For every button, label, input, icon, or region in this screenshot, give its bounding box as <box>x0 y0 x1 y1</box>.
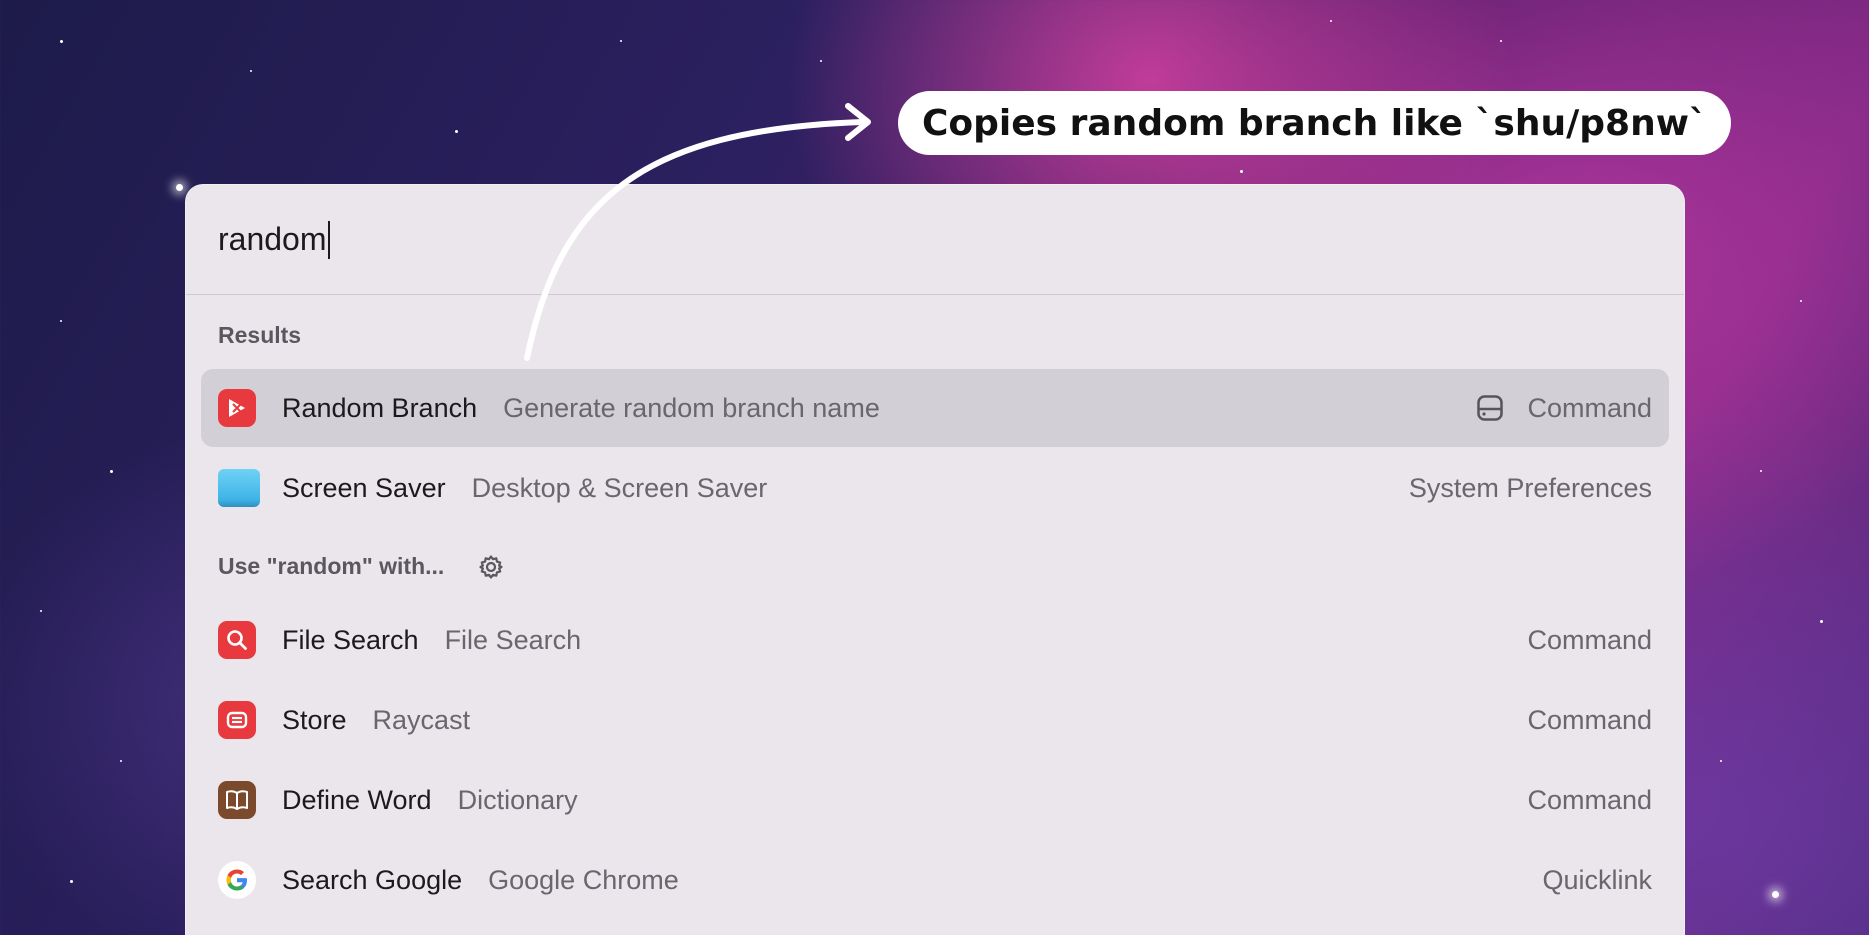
result-accessory: System Preferences <box>1409 473 1652 504</box>
store-icon <box>218 701 256 739</box>
section-title: Use "random" with... <box>218 553 445 579</box>
star <box>110 470 113 473</box>
star <box>40 610 42 612</box>
star <box>820 60 822 62</box>
fallback-subtitle: Google Chrome <box>488 864 679 895</box>
fallback-row-search-google[interactable]: Search Google Google Chrome Quicklink <box>201 841 1669 919</box>
section-header-results: Results <box>218 322 301 349</box>
star <box>120 760 122 762</box>
result-subtitle: Desktop & Screen Saver <box>471 472 768 503</box>
google-icon <box>218 861 256 899</box>
gear-icon[interactable] <box>478 554 504 580</box>
result-title: Screen Saver <box>282 472 446 503</box>
fallback-accessory: Command <box>1527 625 1652 656</box>
star <box>1720 760 1722 762</box>
callout-text: Copies random branch like `shu/p8nw` <box>922 102 1707 144</box>
result-subtitle: Generate random branch name <box>503 392 880 423</box>
random-branch-icon <box>218 389 256 427</box>
fallback-row-define-word[interactable]: Define Word Dictionary Command <box>201 761 1669 839</box>
star <box>1330 20 1332 22</box>
fallback-subtitle: Raycast <box>372 704 471 735</box>
star <box>60 320 62 322</box>
result-row-random-branch[interactable]: Random Branch Generate random branch nam… <box>201 369 1669 447</box>
star <box>1240 170 1243 173</box>
result-title: Random Branch <box>282 392 478 423</box>
search-query: random <box>218 221 327 257</box>
star <box>1500 40 1502 42</box>
star <box>70 880 73 883</box>
fallback-title: File Search <box>282 624 419 655</box>
dictionary-icon <box>218 781 256 819</box>
fallback-accessory: Command <box>1527 785 1652 816</box>
fallback-accessory: Command <box>1527 705 1652 736</box>
text-caret <box>327 220 330 259</box>
result-row-screen-saver[interactable]: Screen Saver Desktop & Screen Saver Syst… <box>201 449 1669 527</box>
fallback-subtitle: Dictionary <box>457 784 578 815</box>
launcher-window: random Results Random Branch Generate ra… <box>185 184 1685 935</box>
fallback-type: Command <box>1527 624 1652 655</box>
fallback-title: Define Word <box>282 784 432 815</box>
star <box>250 70 252 72</box>
search-input[interactable]: random <box>218 220 330 259</box>
fallback-accessory: Quicklink <box>1542 865 1652 896</box>
fallback-row-store[interactable]: Store Raycast Command <box>201 681 1669 759</box>
search-bar: random <box>186 185 1684 295</box>
star <box>176 184 183 191</box>
fallback-type: Command <box>1527 784 1652 815</box>
star <box>1820 620 1823 623</box>
fallback-title: Store <box>282 704 347 735</box>
result-type: Command <box>1527 392 1652 423</box>
fallback-subtitle: File Search <box>444 624 582 655</box>
hard-drive-icon <box>1475 393 1505 423</box>
star <box>1800 300 1802 302</box>
star <box>1772 891 1779 898</box>
fallback-type: Command <box>1527 704 1652 735</box>
fallback-row-file-search[interactable]: File Search File Search Command <box>201 601 1669 679</box>
star <box>1760 470 1762 472</box>
screen-saver-icon <box>218 469 260 507</box>
section-title: Results <box>218 322 302 348</box>
fallback-title: Search Google <box>282 864 463 895</box>
star <box>620 40 622 42</box>
result-type: System Preferences <box>1408 472 1652 503</box>
result-accessory: Command <box>1475 393 1652 424</box>
file-search-icon <box>218 621 256 659</box>
annotation-callout: Copies random branch like `shu/p8nw` <box>898 91 1731 155</box>
fallback-type: Quicklink <box>1542 864 1652 895</box>
star <box>60 40 63 43</box>
section-header-fallback: Use "random" with... <box>218 553 504 580</box>
star <box>455 130 458 133</box>
